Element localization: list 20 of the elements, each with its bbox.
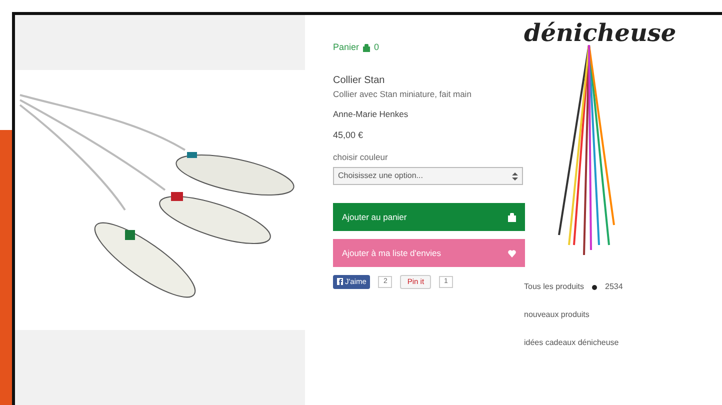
sidebar-link[interactable]: Tous les produits	[524, 281, 584, 293]
maker-name[interactable]: Anne-Marie Henkes	[333, 108, 510, 121]
bullet-icon	[592, 284, 598, 290]
select-arrows-icon	[512, 172, 518, 181]
facebook-icon	[337, 278, 343, 286]
cart-count: 0	[374, 41, 380, 54]
product-description: Collier avec Stan miniature, fait main	[333, 88, 472, 100]
product-count: 2534	[605, 281, 623, 293]
color-select[interactable]: Choisissez une option...	[333, 167, 523, 186]
option-label: choisir couleur	[333, 150, 389, 164]
add-to-cart-button[interactable]: Ajouter au panier	[333, 203, 525, 232]
cart-label[interactable]: Panier	[333, 41, 360, 54]
sidebar-link[interactable]: idées cadeaux dénicheuse	[524, 337, 722, 349]
product-title: Collier Stan	[333, 74, 386, 88]
bag-icon	[363, 44, 370, 52]
brand-logo[interactable]: dénicheuse	[524, 21, 722, 45]
sidebar-link[interactable]: nouveaux produits	[524, 309, 722, 321]
bag-icon	[508, 212, 516, 222]
heart-icon	[508, 248, 516, 258]
product-price: 45,00 €	[333, 129, 364, 142]
